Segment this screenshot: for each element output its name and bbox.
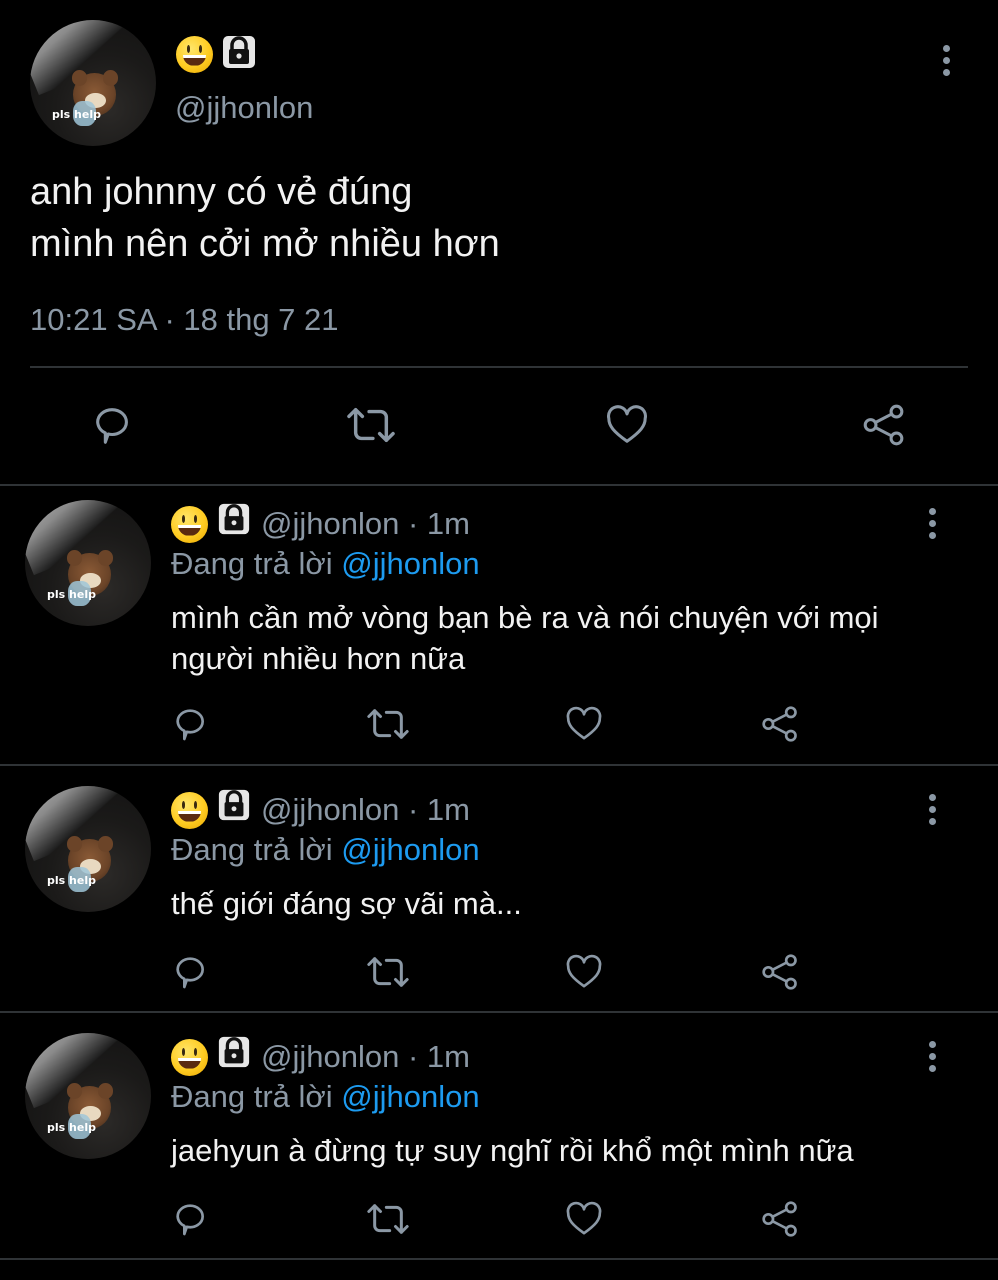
share-icon [762,1201,797,1237]
lock-icon [218,789,250,821]
replying-to: Đang trả lời @jjhonlon [171,832,480,868]
replying-to-label: Đang trả lời [171,832,333,867]
avatar[interactable]: pls help [30,20,156,146]
share-icon [762,954,797,990]
grinning-face-emoji-icon [171,792,208,829]
lock-icon [223,36,255,68]
grinning-face-emoji-icon [171,506,208,543]
avatar-caption: pls help [47,1121,96,1134]
retweet-icon [367,1204,409,1234]
like-button[interactable] [563,952,605,992]
divider [0,484,998,486]
avatar[interactable]: pls help [25,1033,151,1159]
like-icon [566,1201,602,1235]
reply-text: mình cần mở vòng bạn bè ra và nói chuyện… [171,600,879,676]
reply-icon [176,1204,204,1236]
share-button[interactable] [760,952,800,992]
reply-button[interactable] [90,402,136,448]
like-icon [566,706,602,740]
like-icon [607,405,647,443]
replying-to: Đang trả lời @jjhonlon [171,546,480,582]
divider [0,764,998,766]
avatar-caption: pls help [47,874,96,887]
retweet-icon [367,957,409,987]
more-options-icon[interactable] [941,45,951,81]
tweet-text: anh johnny có vẻ đúng mình nên cởi mở nh… [30,166,500,270]
replying-to-label: Đang trả lời [171,546,333,581]
lock-icon [218,503,250,535]
like-button[interactable] [603,402,651,448]
tweet-timestamp[interactable]: 10:21 SA · 18 thg 7 21 [30,302,339,338]
avatar[interactable]: pls help [25,786,151,912]
avatar[interactable]: pls help [25,500,151,626]
reply-text: thế giới đáng sợ vãi mà... [171,886,522,921]
avatar-caption: pls help [52,108,101,121]
reply-button[interactable] [171,952,211,992]
divider [0,1011,998,1013]
replying-to: Đang trả lời @jjhonlon [171,1079,480,1115]
share-button[interactable] [760,1199,800,1239]
grinning-face-emoji-icon [176,36,213,73]
tweet-text-line: mình nên cởi mở nhiều hơn [30,223,500,265]
mention-link[interactable]: @jjhonlon [341,832,479,867]
handle-and-time[interactable]: @jjhonlon · 1m [261,506,470,542]
mention-link[interactable]: @jjhonlon [341,1079,479,1114]
more-options-icon[interactable] [927,1041,937,1077]
retweet-icon [367,709,409,739]
tweet-text-line: anh johnny có vẻ đúng [30,171,413,213]
retweet-button[interactable] [366,952,410,992]
divider [0,1258,998,1260]
retweet-button[interactable] [345,402,397,448]
lock-icon [218,1036,250,1068]
like-button[interactable] [563,1199,605,1239]
replying-to-label: Đang trả lời [171,1079,333,1114]
reply-icon [176,957,204,989]
retweet-icon [347,407,395,443]
share-button[interactable] [760,704,800,744]
like-icon [566,954,602,988]
reply-icon [176,709,204,741]
more-options-icon[interactable] [927,794,937,830]
retweet-button[interactable] [366,1199,410,1239]
share-icon [863,404,904,446]
share-button[interactable] [860,402,908,448]
avatar-caption: pls help [47,588,96,601]
reply-icon [96,408,128,444]
user-handle[interactable]: @jjhonlon [175,90,313,126]
reply-text: jaehyun à đừng tự suy nghĩ rồi khổ một m… [171,1133,854,1168]
divider [30,366,968,368]
handle-and-time[interactable]: @jjhonlon · 1m [261,1039,470,1075]
reply-button[interactable] [171,704,211,744]
grinning-face-emoji-icon [171,1039,208,1076]
mention-link[interactable]: @jjhonlon [341,546,479,581]
retweet-button[interactable] [366,704,410,744]
share-icon [762,706,797,742]
like-button[interactable] [563,704,605,744]
handle-and-time[interactable]: @jjhonlon · 1m [261,792,470,828]
more-options-icon[interactable] [927,508,937,544]
reply-button[interactable] [171,1199,211,1239]
